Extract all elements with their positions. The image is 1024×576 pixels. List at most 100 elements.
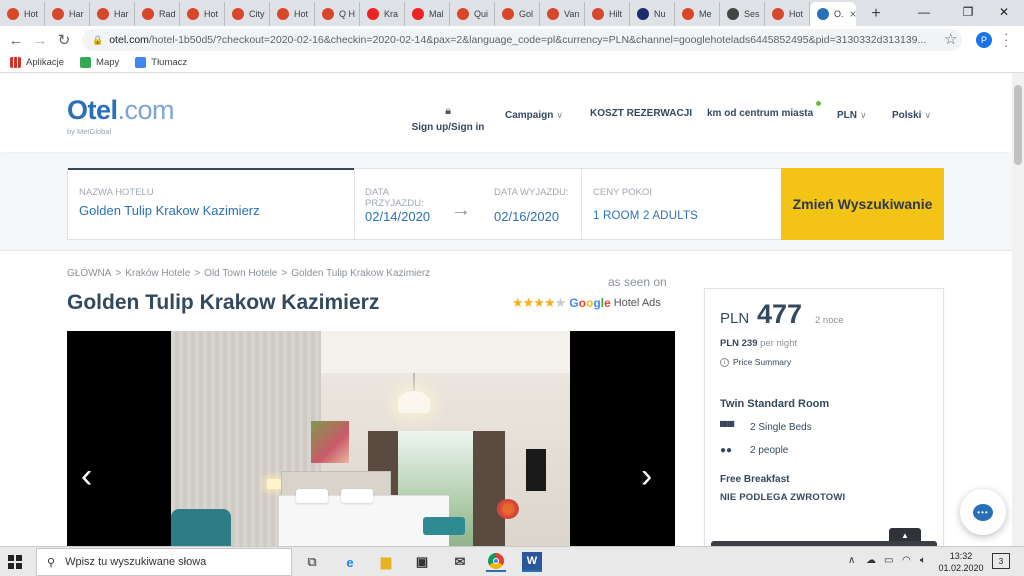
cloud-icon[interactable]: ☁ xyxy=(866,555,876,566)
maximize-button[interactable]: ❐ xyxy=(948,0,988,24)
tab-close-icon[interactable]: × xyxy=(850,7,856,21)
browser-tab[interactable]: Q H xyxy=(315,2,360,26)
file-explorer-icon[interactable]: ▆ xyxy=(376,552,396,572)
reload-icon[interactable]: ↻ xyxy=(54,30,74,50)
profile-avatar[interactable]: P xyxy=(976,32,992,48)
windows-start-icon[interactable] xyxy=(8,555,22,569)
tray-chevron-up-icon[interactable]: ∧ xyxy=(848,555,855,566)
bookmark-star-icon[interactable]: ☆ xyxy=(944,30,957,48)
field-label: DATA WYJAZDU: xyxy=(494,187,569,198)
logo-text: Otel xyxy=(67,95,118,125)
nav-language[interactable]: Polski ∨ xyxy=(892,110,931,121)
browser-tab[interactable]: Mal xyxy=(405,2,450,26)
nav-label: Campaign xyxy=(505,110,554,121)
browser-tab[interactable]: Ses xyxy=(720,2,765,26)
task-view-icon[interactable]: ⧉ xyxy=(302,552,322,572)
word-icon[interactable]: W xyxy=(522,552,542,572)
tab-label: Hilt xyxy=(609,9,622,19)
info-icon: i xyxy=(720,357,729,367)
bookmark-translate[interactable]: Tłumacz xyxy=(135,57,187,68)
tab-label: Hot xyxy=(24,9,39,19)
chrome-icon[interactable] xyxy=(486,552,506,572)
page-scrollbar[interactable] xyxy=(1012,73,1024,546)
browser-tab[interactable]: City xyxy=(225,2,270,26)
back-icon[interactable]: ← xyxy=(6,30,26,50)
browser-tab[interactable]: Hot xyxy=(0,2,45,26)
browser-tab[interactable]: Rad xyxy=(135,2,180,26)
minimize-button[interactable]: — xyxy=(904,0,944,24)
bookmark-maps[interactable]: Mapy xyxy=(80,57,119,68)
hotel-name-field[interactable]: NAZWA HOTELU Golden Tulip Krakow Kazimie… xyxy=(79,187,260,218)
breadcrumb-home[interactable]: GŁÓWNA xyxy=(67,268,111,279)
browser-tab[interactable]: Me xyxy=(675,2,720,26)
tab-favicon-icon xyxy=(727,8,739,20)
gallery-prev-icon[interactable]: ‹ xyxy=(81,459,92,493)
price-summary-link[interactable]: i Price Summary xyxy=(720,357,791,367)
address-bar[interactable]: 🔒 otel.com /hotel-1b50d5/?checkout=2020-… xyxy=(82,29,962,51)
apps-grid-icon xyxy=(10,57,21,68)
field-value: 1 ROOM 2 ADULTS xyxy=(593,210,699,222)
edge-browser-icon[interactable]: e xyxy=(340,552,360,572)
chat-button[interactable]: ••• xyxy=(960,489,1006,535)
chevron-up-icon[interactable]: ▲ xyxy=(889,528,921,542)
browser-tab[interactable]: Hilt xyxy=(585,2,630,26)
volume-icon[interactable]: 🔈︎ xyxy=(920,555,926,566)
close-window-button[interactable]: ✕ xyxy=(984,0,1024,24)
tab-label: O. xyxy=(834,9,844,19)
breadcrumb-separator: > xyxy=(281,268,288,279)
browser-tab[interactable]: Har xyxy=(90,2,135,26)
nav-currency[interactable]: PLN ∨ xyxy=(837,110,867,121)
breadcrumb-city[interactable]: Kraków Hotele xyxy=(125,268,190,279)
tab-label: Gol xyxy=(519,9,534,19)
browser-tab[interactable]: Qui xyxy=(450,2,495,26)
new-tab-button[interactable]: + xyxy=(864,2,888,26)
scrollbar-thumb[interactable] xyxy=(1014,85,1022,165)
browser-tab[interactable]: Van xyxy=(540,2,585,26)
site-logo[interactable]: Otel.com xyxy=(67,95,175,126)
price-currency: PLN xyxy=(720,310,750,327)
notifications-icon[interactable]: 3 xyxy=(992,553,1010,569)
mail-icon[interactable]: ✉ xyxy=(450,552,470,572)
signin-link[interactable]: 🔒︎ Sign up/Sign in xyxy=(408,105,488,133)
photo-gallery[interactable]: ‹ › xyxy=(67,331,675,546)
browser-menu-icon[interactable]: · · · xyxy=(1004,27,1008,52)
nav-distance[interactable]: km od centrum miasta xyxy=(707,108,813,119)
tab-label: Me xyxy=(699,9,712,19)
forward-icon[interactable]: → xyxy=(30,30,50,50)
browser-tab-active[interactable]: O. × xyxy=(810,2,856,26)
checkin-field[interactable]: DATA PRZYJAZDU: 02/14/2020 xyxy=(365,187,435,224)
breadcrumb-district[interactable]: Old Town Hotele xyxy=(204,268,277,279)
translate-icon xyxy=(135,57,147,68)
price-card: PLN 477 2 noce PLN 239 per night i Price… xyxy=(704,288,944,546)
change-search-button[interactable]: Zmień Wyszukiwanie xyxy=(781,168,944,240)
browser-tab[interactable]: Har xyxy=(45,2,90,26)
nav-booking-cost[interactable]: KOSZT REZERWACJI xyxy=(590,108,692,119)
divider xyxy=(354,169,355,239)
battery-icon[interactable]: ▭ xyxy=(884,555,893,566)
tab-favicon-icon xyxy=(412,8,424,20)
tab-favicon-icon xyxy=(52,8,64,20)
lock-icon: 🔒︎ xyxy=(445,105,451,117)
breadcrumb-separator: > xyxy=(194,268,201,279)
logo-subtitle: by MetGlobal xyxy=(67,127,112,136)
browser-tab[interactable]: Hot xyxy=(765,2,810,26)
store-icon[interactable]: ▣ xyxy=(412,552,432,572)
tab-favicon-icon xyxy=(322,8,334,20)
gallery-next-icon[interactable]: › xyxy=(641,459,652,493)
clock-date: 01.02.2020 xyxy=(938,563,984,573)
browser-tab[interactable]: Hot xyxy=(180,2,225,26)
browser-tab[interactable]: Kra xyxy=(360,2,405,26)
rooms-field[interactable]: CENY POKOI 1 ROOM 2 ADULTS xyxy=(593,187,698,222)
maps-icon xyxy=(80,57,92,68)
taskbar-search-input[interactable]: ⚲ Wpisz tu wyszukiwane słowa xyxy=(36,548,292,576)
bookmark-apps[interactable]: Aplikacje xyxy=(10,57,64,68)
checkout-field[interactable]: DATA WYJAZDU: 02/16/2020 xyxy=(494,187,569,224)
nav-campaign[interactable]: Campaign ∨ xyxy=(505,110,563,121)
search-box: NAZWA HOTELU Golden Tulip Krakow Kazimie… xyxy=(67,168,782,240)
browser-tab[interactable]: Gol xyxy=(495,2,540,26)
browser-tab[interactable]: Hot xyxy=(270,2,315,26)
wifi-icon[interactable]: ◠ xyxy=(902,555,911,566)
signin-label: Sign up/Sign in xyxy=(411,122,485,133)
browser-tab[interactable]: Nu xyxy=(630,2,675,26)
taskbar-clock[interactable]: 13:32 01.02.2020 xyxy=(936,550,986,574)
